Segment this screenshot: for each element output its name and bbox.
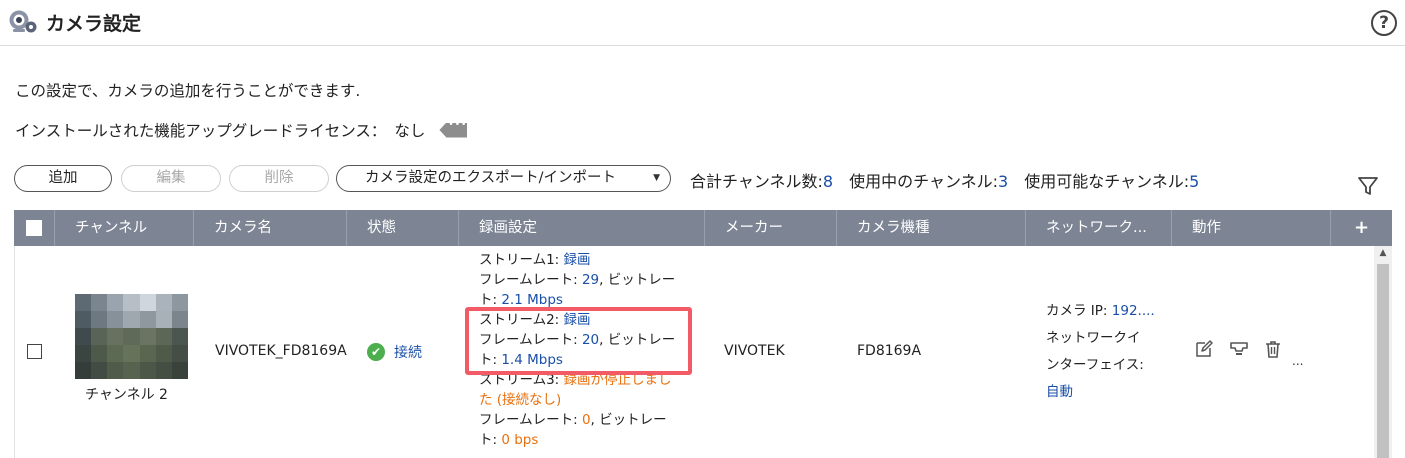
network-interface-label-wrap: ンターフェイス: bbox=[1046, 357, 1144, 373]
total-channels-value: 8 bbox=[822, 172, 834, 191]
stream2-bitrate-label: , ビットレー bbox=[599, 332, 676, 348]
license-value: なし bbox=[394, 122, 426, 140]
camera-settings-icon bbox=[9, 10, 37, 33]
delete-button[interactable]: 削除 bbox=[229, 165, 329, 192]
stream2-bitrate-line: ト: 1.4 Mbps bbox=[479, 350, 699, 370]
column-header-recording[interactable]: 録画設定 bbox=[458, 210, 704, 246]
stream2-framerate-line: フレームレート: 20, ビットレー bbox=[479, 330, 699, 350]
column-header-model[interactable]: カメラ機種 bbox=[836, 210, 1025, 246]
page-header: カメラ設定 ? bbox=[0, 0, 1405, 46]
more-actions[interactable]: ... bbox=[1292, 354, 1303, 368]
stream1-framerate-label: フレームレート: bbox=[479, 272, 582, 288]
stream2-label: ストリーム2: bbox=[479, 312, 564, 328]
monitor-icon[interactable] bbox=[1229, 339, 1249, 359]
stream1-bitrate-label: , ビットレー bbox=[599, 272, 676, 288]
stream1-bitrate-line: ト: 2.1 Mbps bbox=[479, 290, 699, 310]
add-column-button[interactable]: + bbox=[1330, 210, 1392, 246]
stream2-bitrate-wrap: ト: bbox=[479, 352, 502, 368]
network-cell: カメラ IP: 192.... ネットワークイ ンターフェイス: 自動 bbox=[1046, 298, 1156, 406]
column-header-channel[interactable]: チャンネル bbox=[54, 210, 193, 246]
add-button[interactable]: 追加 bbox=[14, 165, 112, 192]
camera-model: FD8169A bbox=[857, 343, 922, 359]
stream3-framerate-line: フレームレート: 0, ビットレー bbox=[479, 410, 699, 430]
stream3-bitrate-wrap: ト: bbox=[479, 432, 502, 448]
vendor: VIVOTEK bbox=[724, 343, 785, 359]
stream3-value: 録画が停止しまし bbox=[563, 372, 672, 388]
stream1-bitrate-value: 2.1 Mbps bbox=[501, 292, 563, 308]
column-header-network[interactable]: ネットワーク... bbox=[1025, 210, 1171, 246]
dropdown-caret-icon: ▼ bbox=[653, 173, 660, 183]
stream1-framerate-line: フレームレート: 29, ビットレー bbox=[479, 270, 699, 290]
stream1-framerate-value: 29 bbox=[581, 272, 600, 288]
edit-icon[interactable] bbox=[1194, 339, 1214, 359]
column-header-camera-name[interactable]: カメラ名 bbox=[193, 210, 346, 246]
stream2-framerate-value: 20 bbox=[581, 332, 600, 348]
network-interface-label: ネットワークイ bbox=[1046, 330, 1141, 346]
row-checkbox[interactable] bbox=[27, 344, 42, 359]
network-interface-value: 自動 bbox=[1046, 384, 1073, 400]
status-text[interactable]: 接続 bbox=[394, 342, 422, 362]
stream1-label: ストリーム1: bbox=[479, 252, 564, 268]
stream3-framerate-value: 0 bbox=[581, 412, 591, 428]
channel-counts: 合計チャンネル数:8 使用中のチャンネル:3 使用可能なチャンネル:5 bbox=[690, 168, 1199, 192]
column-header-vendor[interactable]: メーカー bbox=[704, 210, 836, 246]
scrollbar-thumb[interactable] bbox=[1377, 264, 1389, 458]
table-header: チャンネル カメラ名 状態 録画設定 メーカー カメラ機種 ネットワーク... … bbox=[14, 210, 1392, 246]
column-header-action[interactable]: 動作 bbox=[1171, 210, 1330, 246]
export-import-dropdown[interactable]: カメラ設定のエクスポート/インポート ▼ bbox=[336, 165, 671, 192]
stream2-line: ストリーム2: 録画 bbox=[479, 310, 699, 330]
available-channels-value: 5 bbox=[1189, 172, 1200, 191]
stream1-line: ストリーム1: 録画 bbox=[479, 250, 699, 270]
edit-button[interactable]: 編集 bbox=[121, 165, 221, 192]
more-tag-icon[interactable] bbox=[439, 122, 468, 138]
connected-check-icon: ✔ bbox=[367, 343, 385, 361]
stream3-bitrate-label: , ビットレー bbox=[590, 412, 667, 428]
stream2-framerate-label: フレームレート: bbox=[479, 332, 582, 348]
stream3-framerate-label: フレームレート: bbox=[479, 412, 582, 428]
select-all-checkbox[interactable] bbox=[26, 220, 42, 236]
in-use-channels-label: 使用中のチャンネル: bbox=[849, 172, 999, 191]
stream3-bitrate-value: 0 bps bbox=[501, 432, 539, 448]
license-label: インストールされた機能アップグレードライセンス： bbox=[15, 122, 387, 140]
in-use-channels-value: 3 bbox=[998, 172, 1009, 191]
stream2-value: 録画 bbox=[563, 312, 591, 328]
channel-label: チャンネル 2 bbox=[85, 387, 168, 403]
recording-settings: ストリーム1: 録画 フレームレート: 29, ビットレー ト: 2.1 Mbp… bbox=[479, 250, 699, 450]
stream3-line: ストリーム3: 録画が停止しまし bbox=[479, 370, 699, 390]
status-cell: ✔ 接続 bbox=[367, 342, 422, 362]
license-line: インストールされた機能アップグレードライセンス： なし bbox=[15, 119, 468, 141]
column-header-status[interactable]: 状態 bbox=[346, 210, 458, 246]
filter-icon[interactable] bbox=[1357, 175, 1379, 197]
stream2-bitrate-value: 1.4 Mbps bbox=[501, 352, 563, 368]
stream3-value-wrap: た (接続なし) bbox=[479, 392, 562, 408]
available-channels-label: 使用可能なチャンネル: bbox=[1024, 172, 1190, 191]
camera-thumbnail bbox=[75, 294, 188, 379]
help-icon[interactable]: ? bbox=[1371, 10, 1397, 36]
stream3-bitrate-line: ト: 0 bps bbox=[479, 430, 699, 450]
trash-icon[interactable] bbox=[1263, 339, 1283, 359]
export-import-label: カメラ設定のエクスポート/インポート bbox=[365, 170, 616, 186]
stream1-value: 録画 bbox=[563, 252, 591, 268]
camera-ip-value: 192.... bbox=[1111, 303, 1155, 319]
vertical-scrollbar[interactable]: ▲ bbox=[1374, 246, 1392, 458]
total-channels-label: 合計チャンネル数: bbox=[690, 172, 823, 191]
page-description: この設定で、カメラの追加を行うことができます. bbox=[15, 82, 361, 100]
camera-table: チャンネル カメラ名 状態 録画設定 メーカー カメラ機種 ネットワーク... … bbox=[14, 210, 1392, 458]
toolbar: 追加 編集 削除 カメラ設定のエクスポート/インポート ▼ 合計チャンネル数:8… bbox=[14, 165, 1394, 195]
scroll-up-icon[interactable]: ▲ bbox=[1374, 248, 1392, 262]
camera-ip-line: カメラ IP: 192.... bbox=[1046, 298, 1156, 325]
stream3-label: ストリーム3: bbox=[479, 372, 564, 388]
camera-ip-label: カメラ IP: bbox=[1046, 303, 1112, 319]
camera-name: VIVOTEK_FD8169A bbox=[215, 343, 347, 359]
table-row[interactable]: チャンネル 2 VIVOTEK_FD8169A ✔ 接続 ストリーム1: 録画 … bbox=[14, 246, 1374, 458]
page-title: カメラ設定 bbox=[46, 13, 142, 35]
stream1-bitrate-wrap: ト: bbox=[479, 292, 502, 308]
